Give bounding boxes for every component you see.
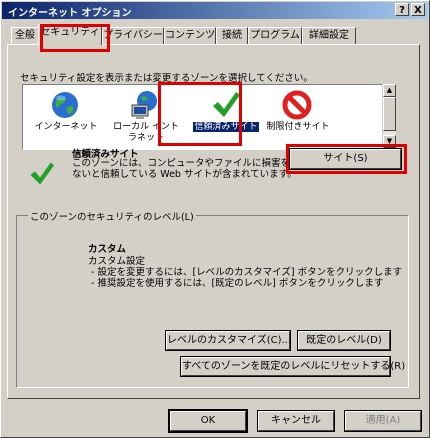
customize-level-button[interactable]: レベルのカスタマイズ(C)... (165, 330, 291, 351)
zone-internet[interactable]: インターネット (25, 85, 107, 145)
scroll-up-icon[interactable]: ▲ (383, 84, 396, 97)
highlight-security-tab (40, 24, 110, 52)
close-button[interactable]: X (411, 3, 425, 16)
tab-general[interactable]: 全般 (11, 27, 39, 44)
selected-zone-checkmark-icon (30, 162, 55, 185)
help-button[interactable]: ? (395, 3, 409, 16)
zone-list-scrollbar[interactable]: ▲ ▼ (382, 84, 396, 150)
tab-connections[interactable]: 接続 (216, 27, 248, 44)
restricted-icon (282, 90, 312, 120)
security-level-name: カスタム (88, 244, 127, 255)
highlight-sites-button (286, 144, 407, 174)
security-level-details: カスタム設定 - 設定を変更するには、[レベルのカスタマイズ] ボタンをクリック… (88, 256, 403, 289)
apply-button[interactable]: 適用(A) (344, 410, 422, 432)
cancel-button[interactable]: キャンセル (257, 410, 335, 432)
zone-label: インターネット (34, 122, 98, 132)
local-intranet-icon (131, 91, 157, 119)
globe-icon (52, 92, 78, 118)
tab-programs[interactable]: プログラム (248, 27, 302, 44)
zone-restricted-sites[interactable]: 制限付きサイト (257, 85, 339, 145)
window-title: インターネット オプション (8, 8, 132, 19)
tab-content[interactable]: コンテンツ (164, 27, 216, 44)
ok-button[interactable]: OK (168, 409, 248, 433)
selected-zone-description: このゾーンには、コンピュータやファイルに損害を与え ないと信頼している Web … (72, 158, 310, 180)
reset-all-zones-button[interactable]: すべてのゾーンを既定のレベルにリセットする(R) (180, 356, 405, 377)
default-level-button[interactable]: 既定のレベル(D) (297, 330, 391, 351)
tab-privacy[interactable]: プライバシー (102, 27, 164, 44)
scroll-thumb[interactable] (383, 97, 396, 131)
zone-label: 制限付きサイト (266, 122, 330, 132)
title-bar[interactable]: インターネット オプション ? X (2, 2, 428, 19)
security-level-group-title: このゾーンのセキュリティのレベル(L) (28, 209, 196, 223)
highlight-trusted-sites (158, 82, 242, 146)
tab-advanced[interactable]: 詳細設定 (302, 27, 356, 44)
